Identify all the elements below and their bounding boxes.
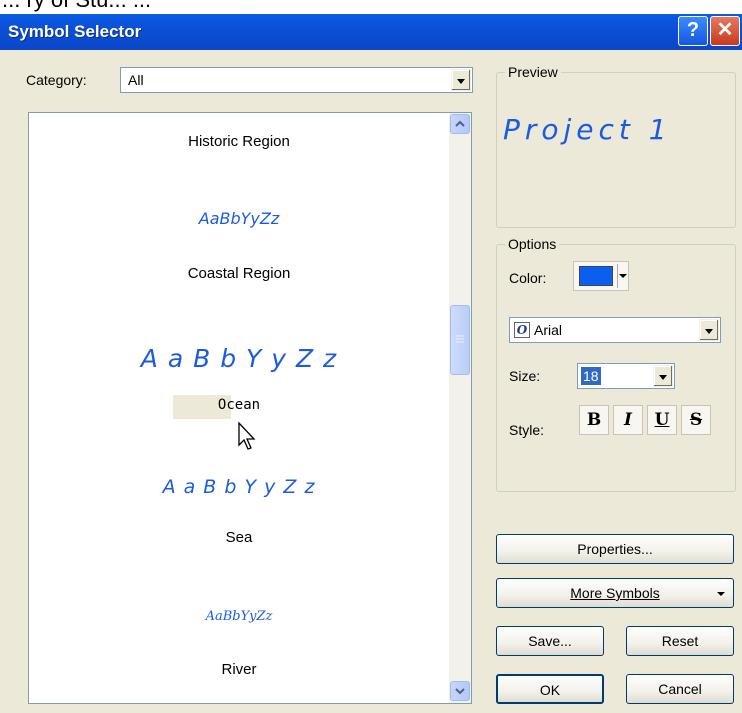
size-label: Size:	[509, 368, 541, 384]
help-button[interactable]: ?	[678, 16, 708, 46]
save-button[interactable]: Save...	[496, 626, 604, 656]
symbol-list[interactable]: Historic Region AaBbYyZz Coastal Region …	[28, 112, 472, 704]
more-symbols-label: More Symbols	[570, 585, 660, 601]
font-dropdown[interactable]: O Arial	[509, 317, 721, 343]
chevron-up-icon	[455, 120, 465, 127]
options-group: Options Color: O Arial Size: 18 Style: B…	[496, 235, 736, 492]
scrollbar-thumb[interactable]	[450, 305, 470, 375]
category-value: All	[128, 72, 144, 88]
window-title: Symbol Selector	[8, 22, 142, 41]
preview-title: Preview	[505, 63, 561, 81]
symbol-sample[interactable]: A a B b Y y Z z	[29, 344, 449, 373]
list-item-label[interactable]: Coastal Region	[29, 265, 449, 282]
mouse-pointer-icon	[238, 421, 256, 450]
preview-group: Preview Project 1	[496, 63, 736, 228]
italic-button[interactable]: I	[613, 405, 643, 435]
size-value[interactable]: 18	[581, 367, 601, 385]
preview-text: Project 1	[503, 113, 672, 146]
cancel-button[interactable]: Cancel	[626, 674, 734, 704]
close-icon: ✕	[716, 19, 734, 41]
chevron-down-icon	[717, 592, 725, 596]
bold-button[interactable]: B	[579, 405, 609, 435]
font-value: Arial	[534, 322, 563, 338]
close-button[interactable]: ✕	[710, 16, 740, 46]
background-text: ... ry of Stu... ...	[0, 0, 742, 14]
list-item-label[interactable]: Historic Region	[29, 133, 449, 150]
list-item-label[interactable]: River	[29, 661, 449, 678]
symbol-sample[interactable]: AaBbYyZz	[29, 209, 449, 228]
underline-button[interactable]: U	[647, 405, 677, 435]
symbol-sample[interactable]: A a B b Y y Z z	[29, 476, 449, 498]
list-item-label-selected[interactable]: Ocean	[29, 397, 449, 413]
scroll-up-arrow[interactable]	[450, 114, 470, 134]
chevron-down-icon	[455, 688, 465, 695]
color-label: Color:	[509, 270, 547, 286]
ok-button[interactable]: OK	[496, 674, 604, 704]
color-swatch	[579, 266, 613, 286]
style-label: Style:	[509, 422, 545, 438]
color-picker[interactable]	[573, 261, 629, 291]
options-title: Options	[505, 235, 560, 253]
strikethrough-button[interactable]: S	[681, 405, 711, 435]
list-item-label[interactable]: Sea	[29, 529, 449, 546]
more-symbols-button[interactable]: More Symbols	[496, 578, 734, 608]
opentype-font-icon: O	[514, 322, 530, 338]
title-bar: Symbol Selector ? ✕	[0, 14, 742, 50]
properties-button[interactable]: Properties...	[496, 534, 734, 564]
chevron-down-icon[interactable]	[699, 319, 719, 341]
chevron-down-icon[interactable]	[451, 69, 471, 91]
chevron-down-icon	[619, 274, 627, 278]
divider	[617, 264, 618, 288]
style-toolbar: B I U S	[579, 405, 713, 435]
category-dropdown[interactable]: All	[120, 67, 473, 93]
grip-icon	[456, 335, 464, 343]
category-label: Category:	[26, 72, 87, 88]
reset-button[interactable]: Reset	[626, 626, 734, 656]
symbol-sample[interactable]: AaBbYyZz	[29, 609, 449, 624]
size-dropdown[interactable]: 18	[577, 363, 675, 389]
chevron-down-icon[interactable]	[653, 365, 673, 387]
vertical-scrollbar[interactable]	[449, 113, 471, 703]
scroll-down-arrow[interactable]	[450, 681, 470, 701]
help-icon: ?	[686, 19, 700, 41]
